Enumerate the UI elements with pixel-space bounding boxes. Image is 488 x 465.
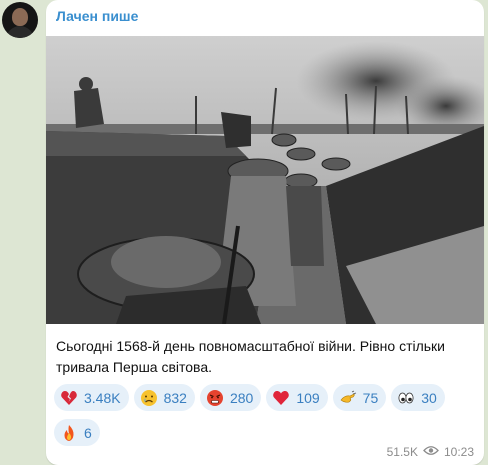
reaction-count: 109 xyxy=(296,389,320,406)
channel-name[interactable]: Лачен пише xyxy=(56,8,138,24)
reaction-fire[interactable]: 6 xyxy=(54,419,100,446)
reaction-broken-heart[interactable]: 3.48K xyxy=(54,384,129,411)
channel-avatar[interactable] xyxy=(2,2,38,38)
eyes-icon xyxy=(397,389,415,407)
message-bubble: Лачен пише Сьогодні 1568-й день повномас… xyxy=(46,0,484,465)
view-count: 51.5K xyxy=(386,445,418,459)
reaction-count: 832 xyxy=(163,389,187,406)
avatar-shoulders xyxy=(6,26,34,38)
reaction-count: 280 xyxy=(229,389,254,406)
reaction-count: 6 xyxy=(84,424,92,441)
reaction-angry-face[interactable]: 280 xyxy=(199,384,262,411)
message-time: 10:23 xyxy=(443,445,474,459)
fire-icon xyxy=(60,424,78,442)
reaction-clapping-hand[interactable]: 75 xyxy=(332,384,387,411)
message-meta: 51.5K 10:23 xyxy=(387,445,474,459)
message-text: Сьогодні 1568-й день повномасштабної вій… xyxy=(56,338,445,375)
trench-photo xyxy=(46,36,484,324)
reaction-count: 75 xyxy=(362,389,379,406)
reaction-count: 30 xyxy=(421,389,437,406)
reaction-eyes[interactable]: 30 xyxy=(391,384,445,411)
eye-icon xyxy=(423,445,439,459)
reaction-red-heart[interactable]: 109 xyxy=(266,384,328,411)
clapping-hand-icon xyxy=(339,389,357,407)
angry-face-icon xyxy=(206,389,224,407)
broken-heart-icon xyxy=(60,389,78,407)
reactions-bar: 3.48K 832 280 109 75 30 6 xyxy=(54,384,480,446)
reaction-count: 3.48K xyxy=(84,389,121,406)
avatar-face xyxy=(12,8,28,26)
reaction-crying-face[interactable]: 832 xyxy=(133,384,195,411)
post-photo[interactable] xyxy=(46,36,484,324)
crying-face-icon xyxy=(140,389,158,407)
red-heart-icon xyxy=(272,389,290,407)
